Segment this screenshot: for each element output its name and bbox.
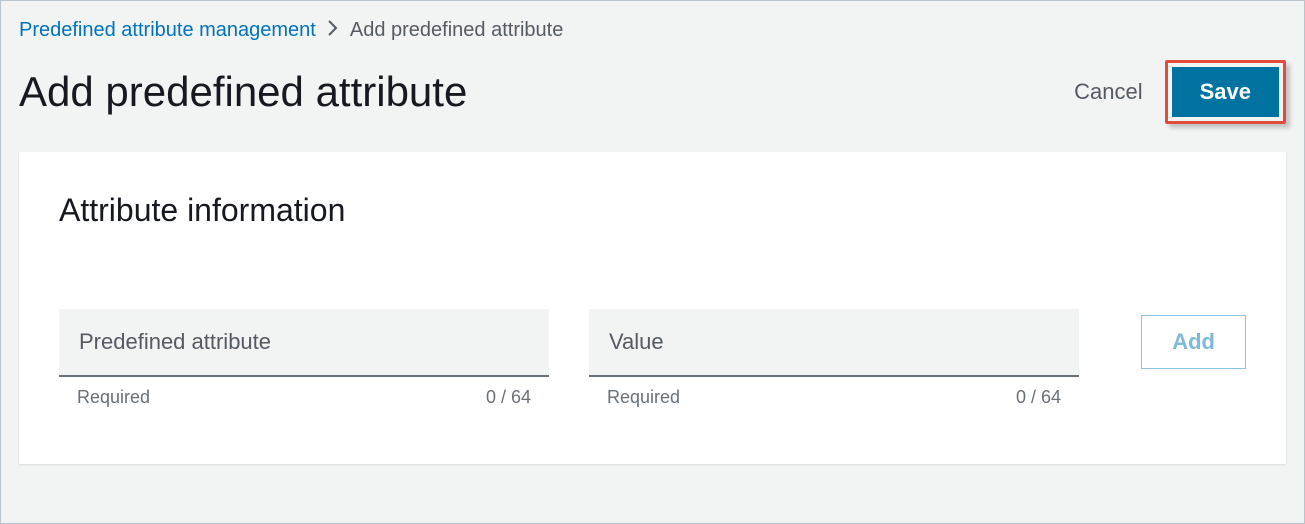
page-header: Add predefined attribute Cancel Save	[19, 60, 1286, 124]
value-hint: Required 0 / 64	[589, 377, 1079, 408]
char-counter: 0 / 64	[486, 387, 531, 408]
breadcrumb-parent-link[interactable]: Predefined attribute management	[19, 19, 316, 42]
breadcrumb: Predefined attribute management Add pred…	[19, 19, 1286, 42]
required-label: Required	[607, 387, 680, 408]
predefined-attribute-hint: Required 0 / 64	[59, 377, 549, 408]
save-button[interactable]: Save	[1172, 67, 1279, 117]
cancel-button[interactable]: Cancel	[1070, 71, 1146, 113]
value-field: Required 0 / 64	[589, 309, 1079, 408]
header-actions: Cancel Save	[1070, 60, 1286, 124]
value-input[interactable]	[589, 309, 1079, 377]
add-button[interactable]: Add	[1141, 315, 1246, 369]
required-label: Required	[77, 387, 150, 408]
chevron-right-icon	[328, 19, 338, 42]
field-row: Required 0 / 64 Required 0 / 64 Add	[59, 309, 1246, 408]
panel-title: Attribute information	[59, 192, 1246, 229]
page-title: Add predefined attribute	[19, 68, 467, 116]
breadcrumb-current: Add predefined attribute	[350, 19, 564, 42]
predefined-attribute-input[interactable]	[59, 309, 549, 377]
predefined-attribute-field: Required 0 / 64	[59, 309, 549, 408]
save-button-highlight: Save	[1165, 60, 1286, 124]
attribute-info-panel: Attribute information Required 0 / 64 Re…	[19, 152, 1286, 464]
char-counter: 0 / 64	[1016, 387, 1061, 408]
